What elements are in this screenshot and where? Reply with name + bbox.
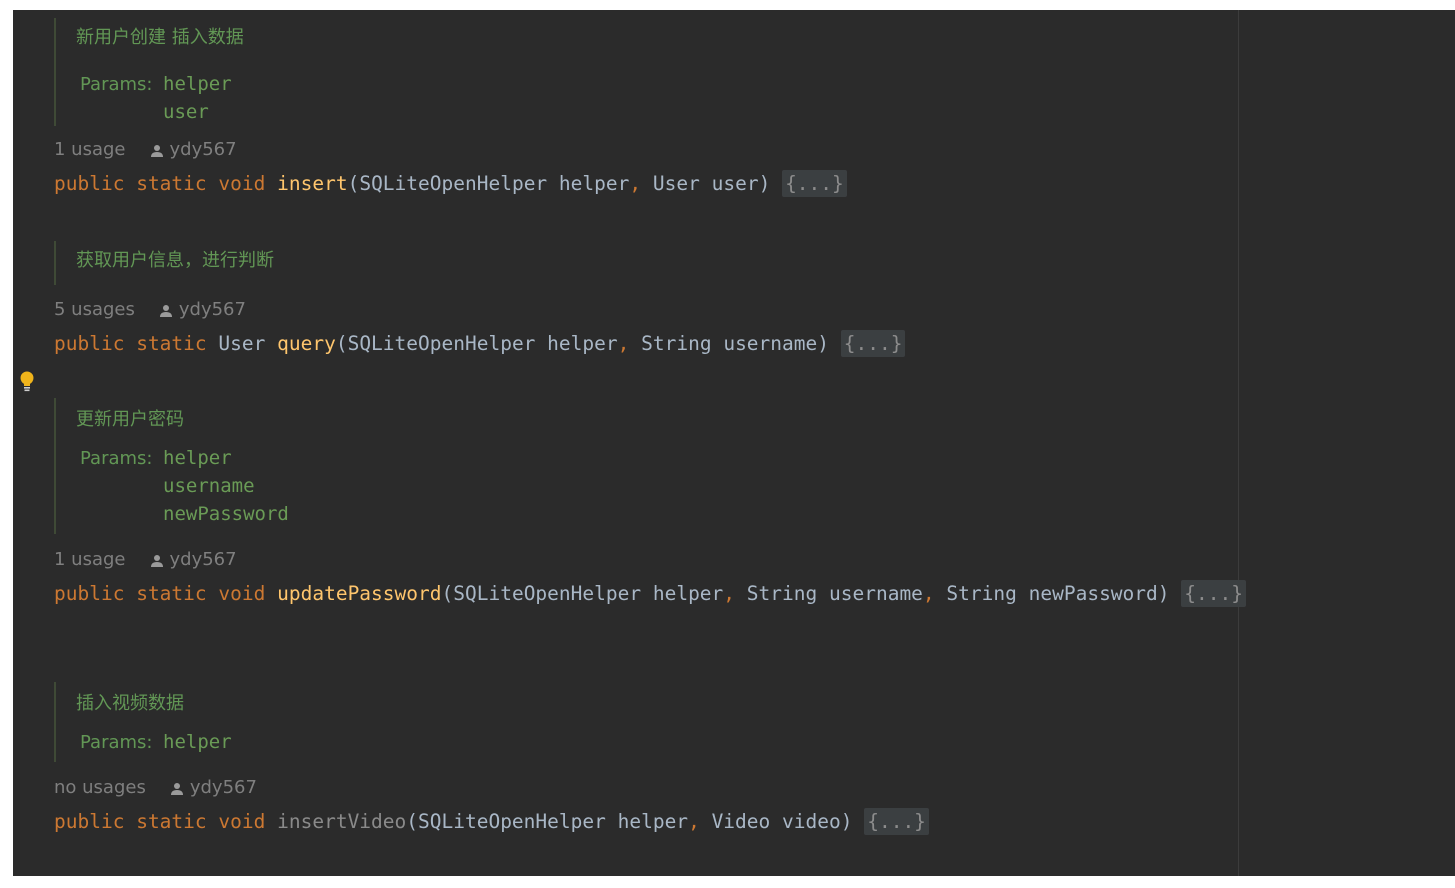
doc-title: 插入视频数据 (76, 693, 184, 714)
param-name: video (782, 810, 841, 833)
right-margin-guide (1238, 10, 1239, 876)
param-type[interactable]: SQLiteOpenHelper (418, 810, 606, 833)
doc-comment-query[interactable]: 获取用户信息，进行判断 (54, 241, 274, 285)
param-name: username (723, 332, 818, 355)
doc-param: helper (163, 447, 232, 469)
usage-hint[interactable]: 5 usages ydy567 (54, 298, 246, 322)
param-type[interactable]: SQLiteOpenHelper (359, 172, 547, 195)
fold-placeholder[interactable]: {...} (864, 808, 929, 835)
paren: ( (347, 172, 360, 195)
usages-count[interactable]: 1 usage (54, 548, 126, 572)
author-name[interactable]: ydy567 (179, 298, 246, 322)
paren: ) (840, 810, 853, 833)
person-icon (170, 783, 183, 795)
keyword: public (54, 332, 125, 355)
params-label: Params: (80, 74, 153, 95)
method-signature-query[interactable]: public static User query(SQLiteOpenHelpe… (54, 330, 906, 358)
author-name[interactable]: ydy567 (170, 548, 237, 572)
paren: ( (335, 332, 348, 355)
param-name: helper (547, 332, 618, 355)
fold-placeholder[interactable]: {...} (1181, 580, 1246, 607)
doc-param: username (163, 475, 255, 497)
return-type: void (218, 172, 266, 195)
author-name[interactable]: ydy567 (170, 138, 237, 162)
keyword: static (136, 810, 207, 833)
doc-title: 更新用户密码 (76, 409, 184, 430)
usages-count[interactable]: 5 usages (54, 298, 135, 322)
person-icon (159, 305, 172, 317)
param-type[interactable]: SQLiteOpenHelper (348, 332, 536, 355)
param-name: username (829, 582, 923, 605)
usage-hint[interactable]: no usages ydy567 (54, 776, 257, 800)
param-type[interactable]: User (653, 172, 700, 195)
usages-count[interactable]: 1 usage (54, 138, 126, 162)
keyword: public (54, 810, 125, 833)
param-name: helper (558, 172, 630, 195)
method-signature-insert[interactable]: public static void insert(SQLiteOpenHelp… (54, 170, 847, 198)
param-type[interactable]: String (946, 582, 1016, 605)
paren: ) (1157, 582, 1170, 605)
doc-param: newPassword (163, 503, 289, 525)
doc-param: helper (163, 731, 232, 753)
paren: ( (441, 582, 454, 605)
author-name[interactable]: ydy567 (190, 776, 257, 800)
method-signature-insert-video[interactable]: public static void insertVideo(SQLiteOpe… (54, 808, 929, 836)
usage-hint[interactable]: 1 usage ydy567 (54, 138, 237, 162)
doc-comment-insert[interactable]: 新用户创建 插入数据 Params: helper user (54, 18, 244, 126)
paren: ( (406, 810, 419, 833)
person-icon (150, 555, 163, 567)
fold-placeholder[interactable]: {...} (840, 330, 906, 357)
param-name: user (711, 172, 759, 195)
param-name: newPassword (1028, 582, 1158, 605)
param-type[interactable]: Video (712, 810, 771, 833)
paren: ) (817, 332, 829, 355)
params-label: Params: (80, 448, 153, 469)
param-type[interactable]: String (641, 332, 711, 355)
paren: ) (758, 172, 771, 195)
params-label: Params: (80, 732, 153, 753)
doc-params-line: Params: (80, 730, 152, 755)
keyword: static (136, 332, 207, 355)
method-name[interactable]: insert (277, 172, 347, 195)
doc-comment-update-password[interactable]: 更新用户密码 Params: helper username newPasswo… (54, 398, 289, 534)
fold-placeholder[interactable]: {...} (782, 170, 847, 197)
doc-param: user (163, 101, 209, 123)
method-name[interactable]: insertVideo (277, 810, 406, 833)
param-type[interactable]: String (747, 582, 817, 605)
usages-count[interactable]: no usages (54, 776, 146, 800)
person-icon (150, 145, 163, 157)
param-name: helper (652, 582, 724, 605)
return-type[interactable]: User (218, 332, 265, 355)
method-signature-update-password[interactable]: public static void updatePassword(SQLite… (54, 580, 1246, 608)
param-name: helper (617, 810, 689, 833)
code-editor[interactable]: 新用户创建 插入数据 Params: helper user 1 usage y… (13, 10, 1455, 876)
lightbulb-icon[interactable] (19, 370, 35, 394)
return-type: void (218, 582, 266, 605)
method-name[interactable]: query (277, 332, 336, 355)
keyword: public (54, 582, 125, 605)
param-type[interactable]: SQLiteOpenHelper (453, 582, 641, 605)
doc-params-line: Params: (80, 446, 152, 471)
keyword: static (136, 172, 207, 195)
doc-comment-insert-video[interactable]: 插入视频数据 Params: helper (54, 682, 232, 762)
return-type: void (218, 810, 266, 833)
usage-hint[interactable]: 1 usage ydy567 (54, 548, 237, 572)
keyword: public (54, 172, 125, 195)
doc-params-line: Params: (80, 72, 152, 97)
doc-title: 新用户创建 插入数据 (76, 27, 244, 48)
keyword: static (136, 582, 207, 605)
method-name[interactable]: updatePassword (277, 582, 441, 605)
doc-param: helper (163, 73, 232, 95)
doc-title: 获取用户信息，进行判断 (76, 250, 274, 271)
